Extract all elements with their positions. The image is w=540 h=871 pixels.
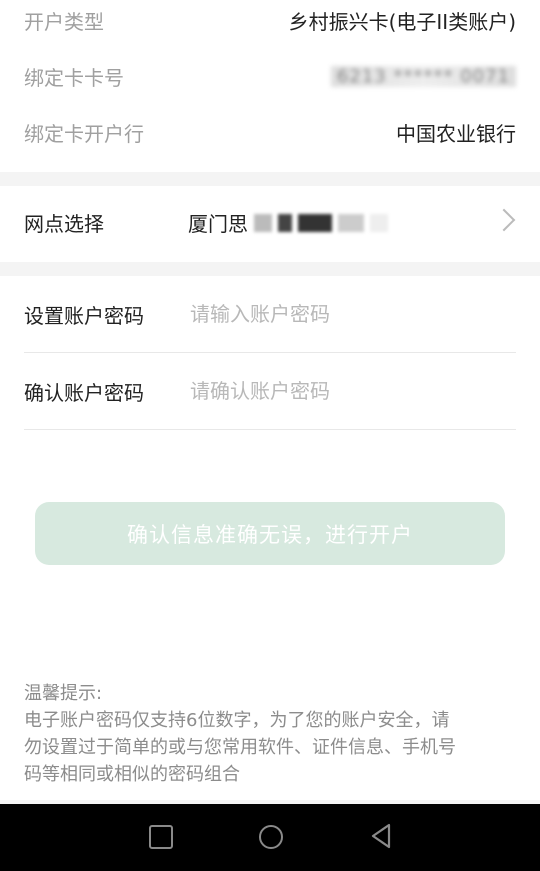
redaction-block (298, 213, 332, 232)
bank-label: 绑定卡开户行 (24, 122, 144, 146)
tips-line: 电子账户密码仅支持6位数字，为了您的账户安全，请 (24, 710, 450, 731)
bank-row: 绑定卡开户行 中国农业银行 (24, 118, 516, 147)
tips-title: 温馨提示: (24, 683, 103, 704)
account-info-card: 开户类型 乡村振兴卡(电子II类账户) 绑定卡卡号 6213 ****** 00… (0, 0, 540, 172)
card-number-value: 6213 ****** 0071 (330, 66, 516, 87)
branch-label: 网点选择 (24, 212, 104, 236)
redaction-block (338, 213, 364, 232)
branch-select-row[interactable]: 网点选择 厦门思 (0, 186, 540, 262)
branch-value-text: 厦门思 (188, 212, 248, 236)
chevron-right-icon (492, 208, 516, 232)
redaction-block (254, 213, 272, 232)
tips-line: 勿设置过于简单的或与您常用软件、证件信息、手机号 (24, 737, 456, 758)
branch-value: 厦门思 (188, 208, 388, 237)
confirm-password-input[interactable] (188, 378, 516, 404)
redaction-block (278, 213, 292, 232)
confirm-password-label: 确认账户密码 (24, 380, 144, 405)
open-account-button[interactable]: 确认信息准确无误，进行开户 (35, 502, 505, 565)
card-number-label: 绑定卡卡号 (24, 66, 124, 90)
account-type-value: 乡村振兴卡(电子II类账户) (288, 10, 516, 34)
password-section: 设置账户密码 确认账户密码 确认信息准确无误，进行开户 温馨提示: 电子账户密码… (0, 276, 540, 800)
account-type-label: 开户类型 (24, 10, 104, 34)
tips-section: 温馨提示: 电子账户密码仅支持6位数字，为了您的账户安全，请 勿设置过于简单的或… (24, 680, 516, 788)
nav-recent-icon[interactable] (149, 825, 173, 849)
nav-back-icon[interactable] (369, 822, 393, 850)
bank-value: 中国农业银行 (396, 122, 516, 146)
confirm-password-row: 确认账户密码 (24, 353, 516, 430)
set-password-input[interactable] (188, 301, 516, 327)
redaction-block (370, 213, 388, 232)
card-number-row: 绑定卡卡号 6213 ****** 0071 (24, 62, 516, 91)
account-type-row: 开户类型 乡村振兴卡(电子II类账户) (24, 6, 516, 35)
set-password-row: 设置账户密码 (24, 276, 516, 353)
nav-home-icon[interactable] (259, 825, 283, 849)
system-nav-bar (0, 804, 540, 871)
tips-line: 码等相同或相似的密码组合 (24, 764, 240, 785)
set-password-label: 设置账户密码 (24, 303, 144, 328)
